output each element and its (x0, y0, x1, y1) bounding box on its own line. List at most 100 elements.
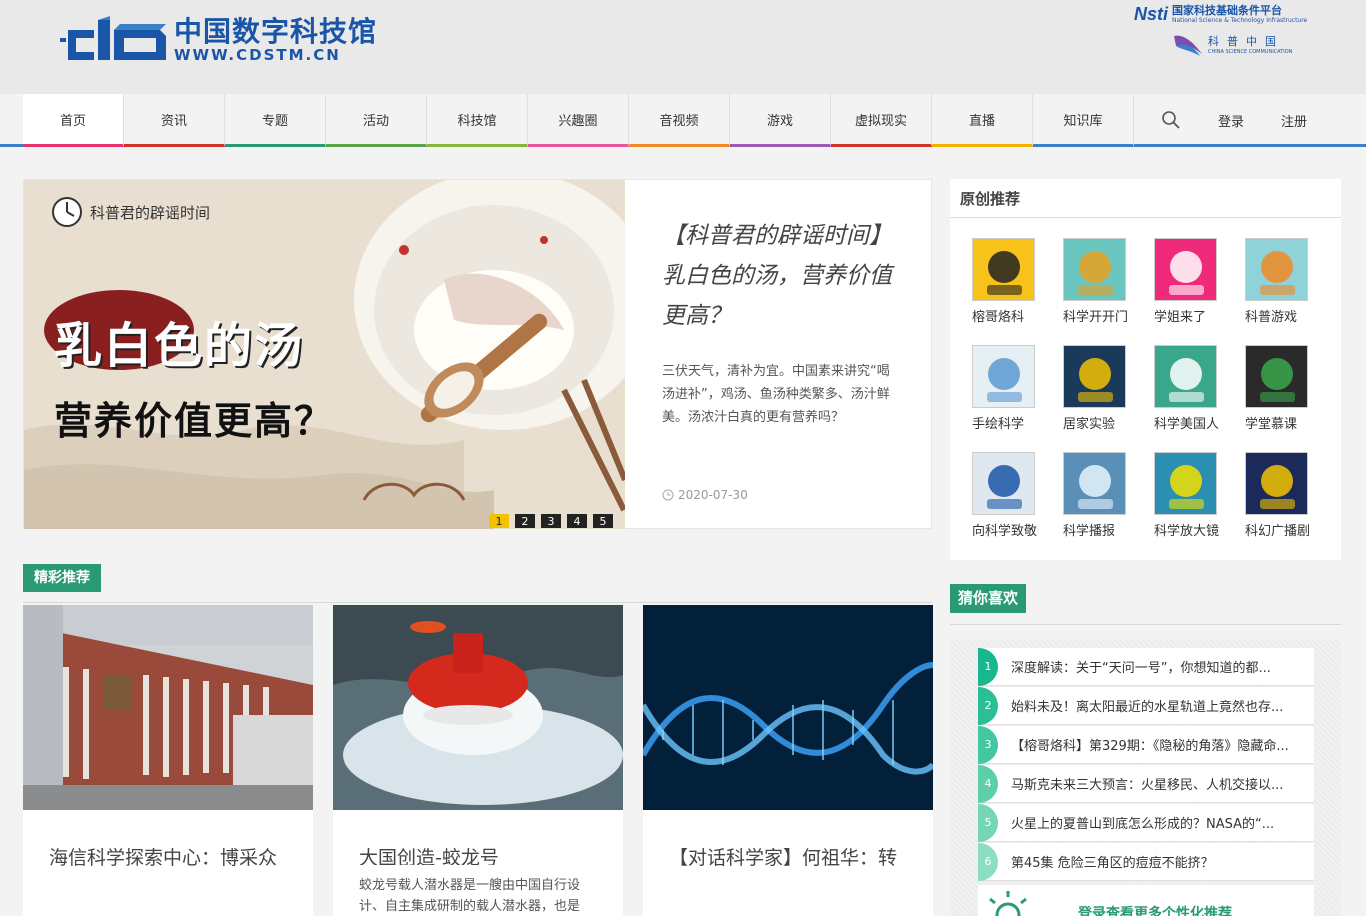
nav-item[interactable]: 音视频 (629, 94, 730, 147)
card-image[interactable] (643, 605, 933, 810)
original-column-item[interactable]: 科幻广播剧 (1245, 452, 1325, 539)
original-column-item[interactable]: 居家实验 (1063, 345, 1143, 432)
column-label[interactable]: 科普游戏 (1245, 306, 1325, 325)
guess-rank-badge: 4 (978, 764, 998, 803)
nav-item[interactable]: 直播 (932, 94, 1033, 147)
guess-item[interactable]: 1 深度解读：关于“天问一号”，你想知道的都... (978, 647, 1314, 686)
nav-item[interactable]: 首页 (23, 94, 124, 147)
logo-title: 中国数字科技馆 (174, 15, 378, 48)
slider-page-button[interactable]: 5 (593, 514, 613, 528)
nav-item[interactable]: 资讯 (124, 94, 225, 147)
recommend-card[interactable]: 【对话科学家】何祖华：转基因只是一项技术 无关食品安... (643, 605, 933, 916)
card-title[interactable]: 大国创造-蛟龙号 (333, 810, 623, 865)
guess-item[interactable]: 4 马斯克未来三大预言：火星移民、人机交接以... (978, 764, 1314, 803)
nsti-logo: Nsti (1134, 4, 1169, 24)
card-title[interactable]: 海信科学探索中心：博采众长 创新服务 (23, 810, 313, 880)
featured-img-line2: 营养价值更高？ (54, 399, 335, 443)
register-link[interactable]: 注册 (1281, 111, 1307, 130)
nav-item[interactable]: 兴趣圈 (528, 94, 629, 147)
login-link[interactable]: 登录 (1218, 111, 1244, 130)
partner-nsti[interactable]: Nsti 国家科技基础条件平台 National Science & Techn… (1134, 4, 1307, 25)
column-label[interactable]: 科学放大镜 (1154, 520, 1234, 539)
original-recommend-header: 原创推荐 (950, 179, 1341, 218)
partner-nsti-en: National Science & Technology Infrastruc… (1172, 17, 1308, 24)
column-label[interactable]: 学姐来了 (1154, 306, 1234, 325)
original-column-item[interactable]: 科学放大镜 (1154, 452, 1234, 539)
column-thumbnail[interactable] (972, 452, 1035, 515)
slider-pagination: 12345 (489, 514, 613, 528)
guess-item[interactable]: 3 【榕哥烙科】第329期：《隐秘的角落》隐藏命... (978, 725, 1314, 764)
column-label[interactable]: 科学开开门 (1063, 306, 1143, 325)
column-thumbnail[interactable] (1245, 345, 1308, 408)
guess-list: 1 深度解读：关于“天问一号”，你想知道的都... 2 始料未及！离太阳最近的水星轨道… (950, 640, 1341, 916)
original-column-item[interactable]: 向科学致敬 (972, 452, 1052, 539)
slider-page-button[interactable]: 3 (541, 514, 561, 528)
column-label[interactable]: 科学美国人 (1154, 413, 1234, 432)
guess-item-title[interactable]: 【榕哥烙科】第329期：《隐秘的角落》隐藏命... (1011, 735, 1313, 754)
column-label[interactable]: 榕哥烙科 (972, 306, 1052, 325)
nav-item[interactable]: 科技馆 (427, 94, 528, 147)
partner-kepu[interactable]: 科普中国 CHINA SCIENCE COMMUNICATION (1172, 32, 1292, 58)
column-thumbnail[interactable] (1245, 238, 1308, 301)
column-label[interactable]: 科幻广播剧 (1245, 520, 1325, 539)
recommend-card[interactable]: 海信科学探索中心：博采众长 创新服务 (23, 605, 313, 916)
guess-item[interactable]: 6 第45集 危险三角区的痘痘不能挤？ (978, 842, 1314, 881)
column-thumbnail[interactable] (1154, 345, 1217, 408)
nav-item[interactable]: 专题 (225, 94, 326, 147)
column-label[interactable]: 居家实验 (1063, 413, 1143, 432)
guess-item[interactable]: 2 始料未及！离太阳最近的水星轨道上竟然也存... (978, 686, 1314, 725)
original-column-item[interactable]: 科普游戏 (1245, 238, 1325, 325)
column-label[interactable]: 向科学致敬 (972, 520, 1052, 539)
original-column-item[interactable]: 科学美国人 (1154, 345, 1234, 432)
personalized-more[interactable]: 登录查看更多个性化推荐 (978, 885, 1314, 916)
original-column-item[interactable]: 榕哥烙科 (972, 238, 1052, 325)
recommend-card[interactable]: 大国创造-蛟龙号 蛟龙号载人潜水器是一艘由中国自行设计、自主集成研制的载人潜水器… (333, 605, 623, 916)
guess-rank-badge: 3 (978, 725, 998, 764)
original-column-item[interactable]: 科学开开门 (1063, 238, 1143, 325)
original-column-item[interactable]: 学姐来了 (1154, 238, 1234, 325)
column-thumbnail[interactable] (972, 345, 1035, 408)
search-icon[interactable] (1161, 110, 1181, 130)
original-column-item[interactable]: 科学播报 (1063, 452, 1143, 539)
guess-item-title[interactable]: 始料未及！离太阳最近的水星轨道上竟然也存... (1011, 696, 1313, 715)
nav-item[interactable]: 虚拟现实 (831, 94, 932, 147)
guess-item-title[interactable]: 第45集 危险三角区的痘痘不能挤？ (1011, 852, 1313, 871)
column-thumbnail[interactable] (1154, 238, 1217, 301)
original-recommend-box: 原创推荐 榕哥烙科 科学开开门 学姐来了 科普游戏手绘科学 居家实验 科学美国人 学堂慕课向… (950, 179, 1341, 560)
nav-item[interactable]: 活动 (326, 94, 427, 147)
guess-item-title[interactable]: 火星上的夏普山到底怎么形成的？NASA的“... (1011, 813, 1313, 832)
guess-item-title[interactable]: 马斯克未来三大预言：火星移民、人机交接以... (1011, 774, 1313, 793)
original-column-item[interactable]: 手绘科学 (972, 345, 1052, 432)
column-thumbnail[interactable] (1063, 238, 1126, 301)
recommend-header: 精彩推荐 (23, 564, 101, 592)
featured-image[interactable]: 科普君的辟谣时间 乳白色的汤 营养价值更高？ 12345 (24, 180, 625, 529)
column-thumbnail[interactable] (1245, 452, 1308, 515)
column-label[interactable]: 学堂慕课 (1245, 413, 1325, 432)
guess-header: 猜你喜欢 (950, 584, 1027, 613)
card-title[interactable]: 【对话科学家】何祖华：转基因只是一项技术 无关食品安... (643, 810, 933, 880)
guess-item-title[interactable]: 深度解读：关于“天问一号”，你想知道的都... (1011, 657, 1313, 676)
personalized-more-text[interactable]: 登录查看更多个性化推荐 (1078, 903, 1232, 916)
featured-date-text: 2020-07-30 (678, 488, 748, 502)
column-label[interactable]: 手绘科学 (972, 413, 1052, 432)
featured-slider[interactable]: 科普君的辟谣时间 乳白色的汤 营养价值更高？ 12345 【科普君的辟谣时间】乳… (23, 179, 932, 529)
slider-page-button[interactable]: 2 (515, 514, 535, 528)
guess-item[interactable]: 5 火星上的夏普山到底怎么形成的？NASA的“... (978, 803, 1314, 842)
nav-item[interactable]: 知识库 (1033, 94, 1134, 147)
column-thumbnail[interactable] (1063, 452, 1126, 515)
featured-img-line1: 乳白色的汤 (54, 318, 305, 374)
featured-title[interactable]: 【科普君的辟谣时间】乳白色的汤，营养价值更高？ (662, 216, 902, 336)
guess-divider (950, 624, 1341, 625)
column-label[interactable]: 科学播报 (1063, 520, 1143, 539)
nav-item[interactable]: 游戏 (730, 94, 831, 147)
card-image[interactable] (333, 605, 623, 810)
card-image[interactable] (23, 605, 313, 810)
column-thumbnail[interactable] (1063, 345, 1126, 408)
original-column-item[interactable]: 学堂慕课 (1245, 345, 1325, 432)
slider-page-button[interactable]: 1 (489, 514, 509, 528)
dna-illustration (643, 605, 933, 810)
column-thumbnail[interactable] (1154, 452, 1217, 515)
column-thumbnail[interactable] (972, 238, 1035, 301)
site-logo[interactable]: 中国数字科技馆 WWW.CDSTM.CN (60, 16, 377, 64)
slider-page-button[interactable]: 4 (567, 514, 587, 528)
